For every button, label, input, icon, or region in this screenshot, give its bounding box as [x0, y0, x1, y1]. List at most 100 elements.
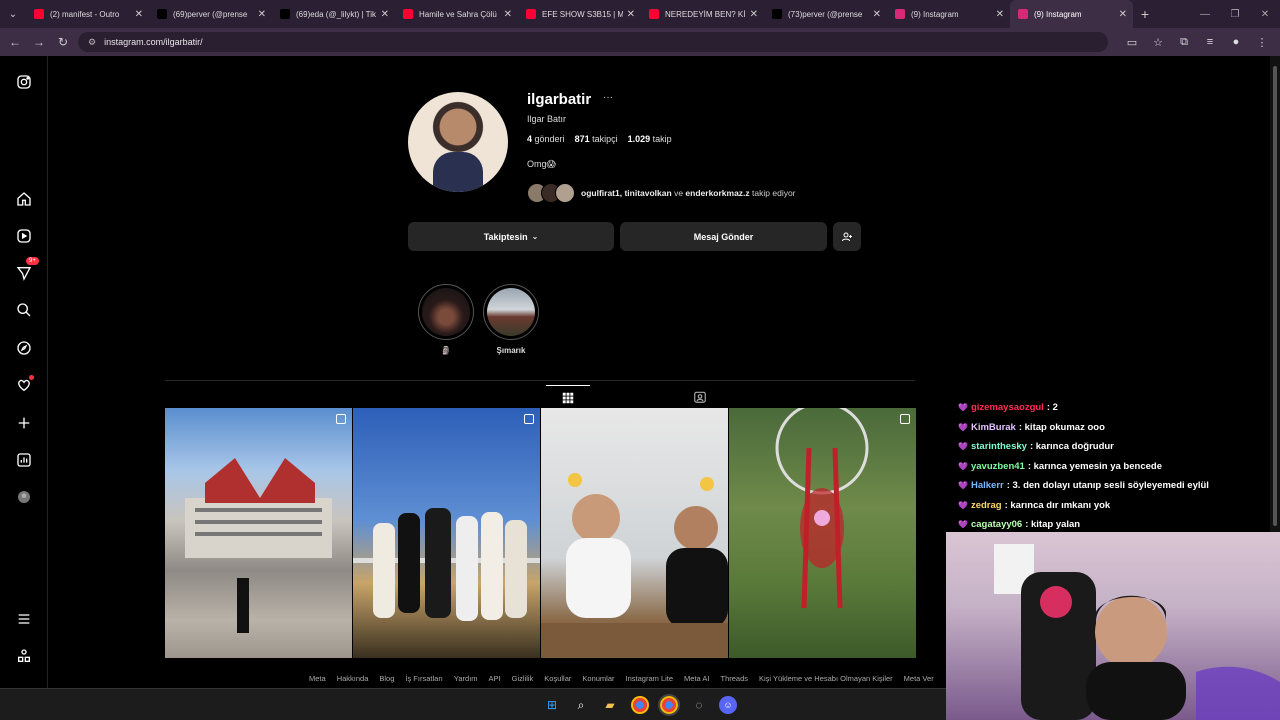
footer-link[interactable]: Threads [720, 674, 748, 683]
footer-link[interactable]: Gizlilik [512, 674, 534, 683]
footer-link[interactable]: İş Fırsatları [405, 674, 443, 683]
discord-icon[interactable]: ☺ [719, 696, 737, 714]
tab-close-icon[interactable]: ✕ [873, 9, 881, 20]
windows-start-icon[interactable]: ⊞ [543, 696, 561, 714]
minimize-button[interactable]: — [1190, 9, 1220, 20]
browser-tab[interactable]: (73)perver (@prense ✕ [764, 0, 887, 28]
post-thumbnail[interactable] [541, 408, 728, 658]
multiple-photos-icon [524, 414, 534, 424]
tab-close-icon[interactable]: ✕ [750, 9, 758, 20]
tab-title: (73)perver (@prense [788, 9, 863, 19]
footer-link[interactable]: Koşullar [544, 674, 571, 683]
file-explorer-icon[interactable]: ▰ [601, 696, 619, 714]
browser-tab[interactable]: (69)perver (@prense ✕ [149, 0, 272, 28]
cast-icon[interactable]: ▭ [1120, 30, 1144, 54]
tab-title: (2) manifest - Outro [50, 9, 120, 19]
tab-close-icon[interactable]: ✕ [258, 9, 266, 20]
tab-search-button[interactable]: ⌄ [0, 0, 26, 28]
close-window-button[interactable]: ✕ [1250, 9, 1280, 20]
chrome-active-icon[interactable] [658, 694, 680, 716]
url-text: instagram.com/ilgarbatir/ [104, 37, 203, 47]
story-highlight[interactable]: 🗿 [418, 284, 474, 355]
more-menu-icon[interactable] [14, 609, 34, 629]
post-thumbnail[interactable] [165, 408, 352, 658]
tab-close-icon[interactable]: ✕ [381, 9, 389, 20]
new-tab-button[interactable]: + [1133, 0, 1157, 28]
windows-taskbar: ⊞ ⌕ ▰ ◌ ☺ [0, 688, 946, 720]
tab-title: Hamile ve Sahra Çölü [419, 9, 497, 19]
browser-tab[interactable]: Hamile ve Sahra Çölü ✕ [395, 0, 518, 28]
footer-link[interactable]: Meta [309, 674, 326, 683]
tab-close-icon[interactable]: ✕ [996, 9, 1004, 20]
following-button[interactable]: Takiptesin ⌄ [408, 222, 614, 251]
reels-icon[interactable] [14, 226, 34, 246]
browser-tab[interactable]: NEREDEYİM BEN? Kİ ✕ [641, 0, 764, 28]
chevron-down-icon: ⌄ [531, 232, 539, 241]
browser-tab[interactable]: (2) manifest - Outro ✕ [26, 0, 149, 28]
home-icon[interactable] [14, 189, 34, 209]
profile-avatar-icon[interactable] [14, 487, 34, 507]
post-thumbnail[interactable] [353, 408, 540, 658]
search-icon[interactable] [14, 300, 34, 320]
media-control-icon[interactable]: ≡ [1198, 30, 1222, 54]
options-ellipsis-icon[interactable]: ··· [603, 92, 613, 103]
bookmark-star-icon[interactable]: ☆ [1146, 30, 1170, 54]
dashboard-icon[interactable] [14, 450, 34, 470]
site-info-icon[interactable]: ⚙ [88, 37, 96, 48]
footer-link[interactable]: Hakkında [337, 674, 369, 683]
browser-tab[interactable]: (9) Instagram ✕ [887, 0, 1010, 28]
browser-menu-icon[interactable]: ⋮ [1250, 30, 1274, 54]
tab-close-icon[interactable]: ✕ [627, 9, 635, 20]
story-highlight[interactable]: Şımarık [483, 284, 539, 355]
browser-tab[interactable]: (9) Instagram ✕ [1010, 0, 1133, 28]
browser-tab[interactable]: EFE SHOW S3B15 | M ✕ [518, 0, 641, 28]
profile-avatar[interactable]: ● [1224, 30, 1248, 54]
followers-stat[interactable]: 871 takipçi [575, 134, 618, 144]
tab-close-icon[interactable]: ✕ [135, 9, 143, 20]
instagram-logo-icon[interactable] [14, 72, 34, 92]
browser-toolbar: ← → ↻ ⚙ instagram.com/ilgarbatir/ ▭ ☆ ⧉ … [0, 28, 1280, 56]
explore-compass-icon[interactable] [14, 338, 34, 358]
messages-icon[interactable]: 9+ [14, 257, 39, 283]
forward-button[interactable]: → [27, 30, 51, 54]
maximize-button[interactable]: ❐ [1220, 9, 1250, 20]
extensions-icon[interactable]: ⧉ [1172, 30, 1196, 54]
chat-badge-icon: 💜 [958, 481, 968, 491]
chat-badge-icon: 💜 [958, 520, 968, 530]
posts-grid-tab[interactable] [546, 385, 590, 409]
mutual-avatar [555, 183, 575, 203]
instagram-sidebar: 9+ [0, 56, 48, 688]
send-message-button[interactable]: Mesaj Gönder [620, 222, 827, 251]
taskbar-search-icon[interactable]: ⌕ [572, 696, 590, 714]
address-bar[interactable]: ⚙ instagram.com/ilgarbatir/ [78, 32, 1108, 52]
tab-title: EFE SHOW S3B15 | M [542, 9, 623, 19]
footer-link[interactable]: Kişi Yükleme ve Hesabı Olmayan Kişiler [759, 674, 893, 683]
browser-tab[interactable]: (69)eda (@_lilykt) | Tik ✕ [272, 0, 395, 28]
post-thumbnail[interactable] [729, 408, 916, 658]
footer-link[interactable]: Yardım [454, 674, 478, 683]
create-plus-icon[interactable] [14, 413, 34, 433]
tab-close-icon[interactable]: ✕ [1119, 9, 1127, 20]
chat-badge-icon: 💜 [958, 461, 968, 471]
footer-link[interactable]: Instagram Lite [626, 674, 674, 683]
profile-picture[interactable] [408, 92, 508, 192]
footer-link[interactable]: Konumlar [582, 674, 614, 683]
followed-by[interactable]: ogulfirat1, tinitavolkan ve enderkorkmaz… [527, 183, 796, 203]
following-stat[interactable]: 1.029 takip [628, 134, 672, 144]
tagged-tab[interactable] [678, 385, 722, 409]
footer-link[interactable]: Blog [379, 674, 394, 683]
chat-message: 💜 Halkerr: 3. den dolayı utanıp sesli söy… [958, 476, 1278, 496]
system-app-icon[interactable]: ◌ [690, 696, 708, 714]
meta-apps-icon[interactable] [14, 646, 34, 666]
tab-favicon-icon [157, 9, 167, 19]
tab-close-icon[interactable]: ✕ [504, 9, 512, 20]
notifications-heart-icon[interactable] [14, 375, 34, 395]
suggested-people-icon[interactable] [833, 222, 861, 251]
back-button[interactable]: ← [3, 30, 27, 54]
footer-link[interactable]: Meta AI [684, 674, 709, 683]
chat-username: starinthesky [970, 441, 1027, 453]
chrome-icon[interactable] [631, 696, 649, 714]
reload-button[interactable]: ↻ [51, 30, 75, 54]
footer-link[interactable]: API [489, 674, 501, 683]
footer-link[interactable]: Meta Ver [904, 674, 934, 683]
